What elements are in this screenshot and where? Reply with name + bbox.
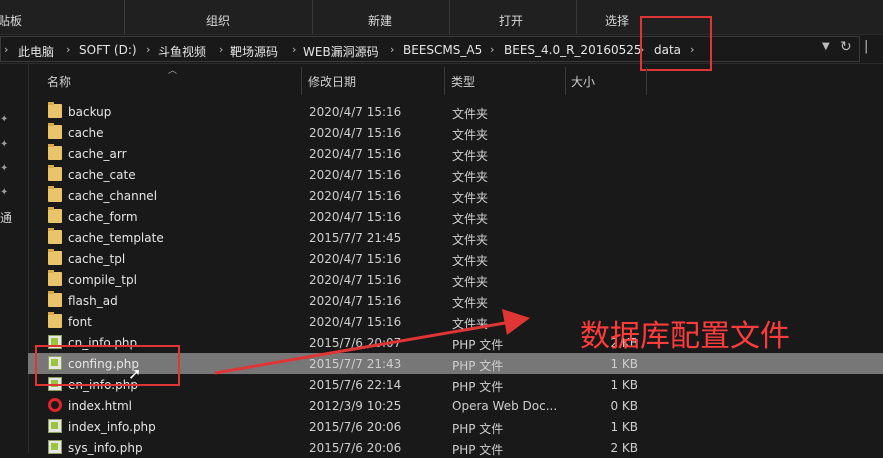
mouse-cursor-icon: ➚ — [128, 364, 142, 383]
annotation-arrow — [214, 309, 530, 375]
annotation-label: 数据库配置文件 — [580, 319, 790, 354]
